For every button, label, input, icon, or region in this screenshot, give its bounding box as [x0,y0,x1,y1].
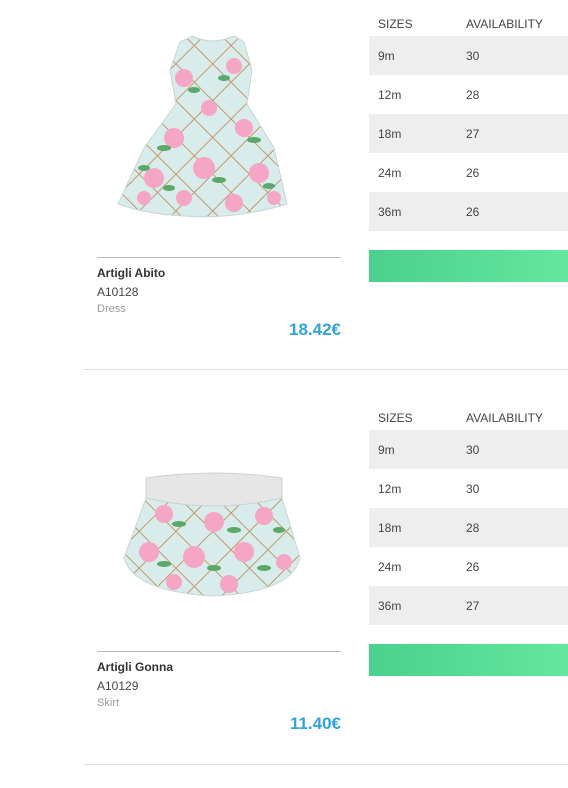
availability-value: 30 [466,443,480,457]
product-separator [84,764,568,765]
sizes-header: SIZES [378,17,413,31]
availability-header: AVAILABILITY [466,17,543,31]
availability-value: 28 [466,88,480,102]
size-value: 12m [378,88,402,102]
product-code: A10128 [97,285,139,299]
availability-header: AVAILABILITY [466,411,543,425]
info-divider [97,257,341,258]
product-card: Artigli Abito A10128 Dress 18.42€ SIZES … [0,0,568,394]
table-row[interactable]: 18m 28 [369,508,568,547]
product-name[interactable]: Artigli Abito [97,266,165,280]
size-value: 9m [378,443,395,457]
product-price: 18.42€ [289,320,341,339]
table-row[interactable]: 24m 26 [369,547,568,586]
availability-value: 26 [466,166,480,180]
size-value: 36m [378,205,402,219]
table-row[interactable]: 18m 27 [369,114,568,153]
table-header: SIZES AVAILABILITY [369,14,568,36]
size-value: 24m [378,560,402,574]
availability-value: 26 [466,205,480,219]
table-row[interactable]: 12m 30 [369,469,568,508]
table-row[interactable]: 36m 27 [369,586,568,625]
info-divider [97,651,341,652]
floral-dress-image[interactable] [84,8,341,254]
availability-value: 30 [466,482,480,496]
table-row[interactable]: 12m 28 [369,75,568,114]
product-code: A10129 [97,679,139,693]
size-value: 9m [378,49,395,63]
product-price: 11.40€ [289,714,341,733]
size-value: 24m [378,166,402,180]
product-category: Skirt [97,697,119,709]
availability-value: 28 [466,521,480,535]
availability-value: 27 [466,127,480,141]
table-row[interactable]: 9m 30 [369,430,568,469]
size-value: 18m [378,127,402,141]
availability-value: 30 [466,49,480,63]
floral-skirt-image[interactable] [84,402,341,648]
add-to-cart-button[interactable] [369,250,568,282]
availability-value: 27 [466,599,480,613]
size-value: 18m [378,521,402,535]
sizes-header: SIZES [378,411,413,425]
add-to-cart-button[interactable] [369,644,568,676]
table-header: SIZES AVAILABILITY [369,408,568,430]
product-category: Dress [97,303,126,315]
table-row[interactable]: 24m 26 [369,153,568,192]
size-value: 12m [378,482,402,496]
table-row[interactable]: 36m 26 [369,192,568,231]
availability-value: 26 [466,560,480,574]
size-value: 36m [378,599,402,613]
product-name[interactable]: Artigli Gonna [97,660,173,674]
size-availability-table: SIZES AVAILABILITY 9m 30 12m 28 18m 27 2… [369,14,568,231]
table-row[interactable]: 9m 30 [369,36,568,75]
size-availability-table: SIZES AVAILABILITY 9m 30 12m 30 18m 28 2… [369,408,568,625]
product-card: Artigli Gonna A10129 Skirt 11.40€ SIZES … [0,394,568,788]
product-separator [84,369,568,370]
